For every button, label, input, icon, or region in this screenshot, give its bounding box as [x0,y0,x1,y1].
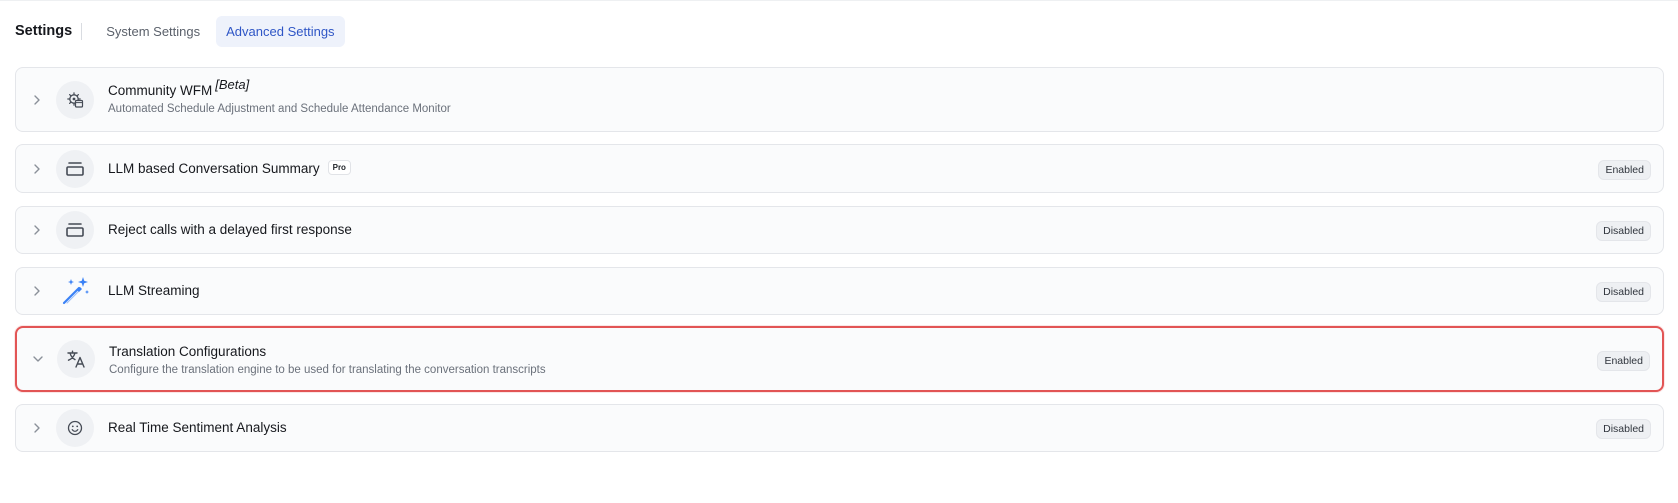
chevron-right-icon[interactable] [30,162,44,176]
card-translation-configurations[interactable]: Translation Configurations Configure the… [15,326,1664,392]
chevron-right-icon[interactable] [30,93,44,107]
settings-header: Settings System Settings Advanced Settin… [15,15,345,47]
status-badge: Disabled [1596,221,1651,241]
card-title: Translation Configurations [109,344,267,359]
translate-icon [57,340,95,378]
card-llm-conversation-summary[interactable]: LLM based Conversation Summary Pro Enable… [15,144,1664,193]
tab-system-settings[interactable]: System Settings [96,16,210,47]
chevron-right-icon[interactable] [30,223,44,237]
pro-badge: Pro [327,160,351,175]
page-title: Settings [15,22,83,40]
card-real-time-sentiment-analysis[interactable]: Real Time Sentiment Analysis Disabled [15,404,1664,452]
card-description: Automated Schedule Adjustment and Schedu… [108,103,451,115]
beta-tag: [Beta] [215,77,250,92]
top-divider [0,0,1678,1]
card-reject-delayed-calls[interactable]: Reject calls with a delayed first respon… [15,206,1664,254]
chevron-right-icon[interactable] [30,421,44,435]
card-title: Community WFM [Beta] [108,77,249,98]
card-llm-streaming[interactable]: LLM Streaming Disabled [15,267,1664,315]
chevron-right-icon[interactable] [30,284,44,298]
tab-advanced-settings[interactable]: Advanced Settings [216,15,345,47]
panel-icon [56,150,94,188]
gear-schedule-icon [56,81,94,119]
card-community-wfm[interactable]: Community WFM [Beta] Automated Schedule A… [15,67,1664,132]
card-title-text: Community WFM [108,83,213,98]
panel-icon [56,211,94,249]
status-badge: Disabled [1596,419,1651,439]
card-title: Reject calls with a delayed first respon… [108,222,352,237]
chevron-down-icon[interactable] [31,352,45,366]
card-title: LLM Streaming [108,283,200,298]
status-badge: Enabled [1597,351,1650,371]
status-badge: Enabled [1598,160,1651,180]
card-title-text: LLM based Conversation Summary [108,161,320,176]
card-title: Real Time Sentiment Analysis [108,420,287,435]
status-badge: Disabled [1596,282,1651,302]
smiley-icon [56,409,94,447]
card-title: LLM based Conversation Summary Pro [108,160,351,178]
magic-wand-icon [56,272,94,310]
card-description: Configure the translation engine to be u… [109,364,546,376]
